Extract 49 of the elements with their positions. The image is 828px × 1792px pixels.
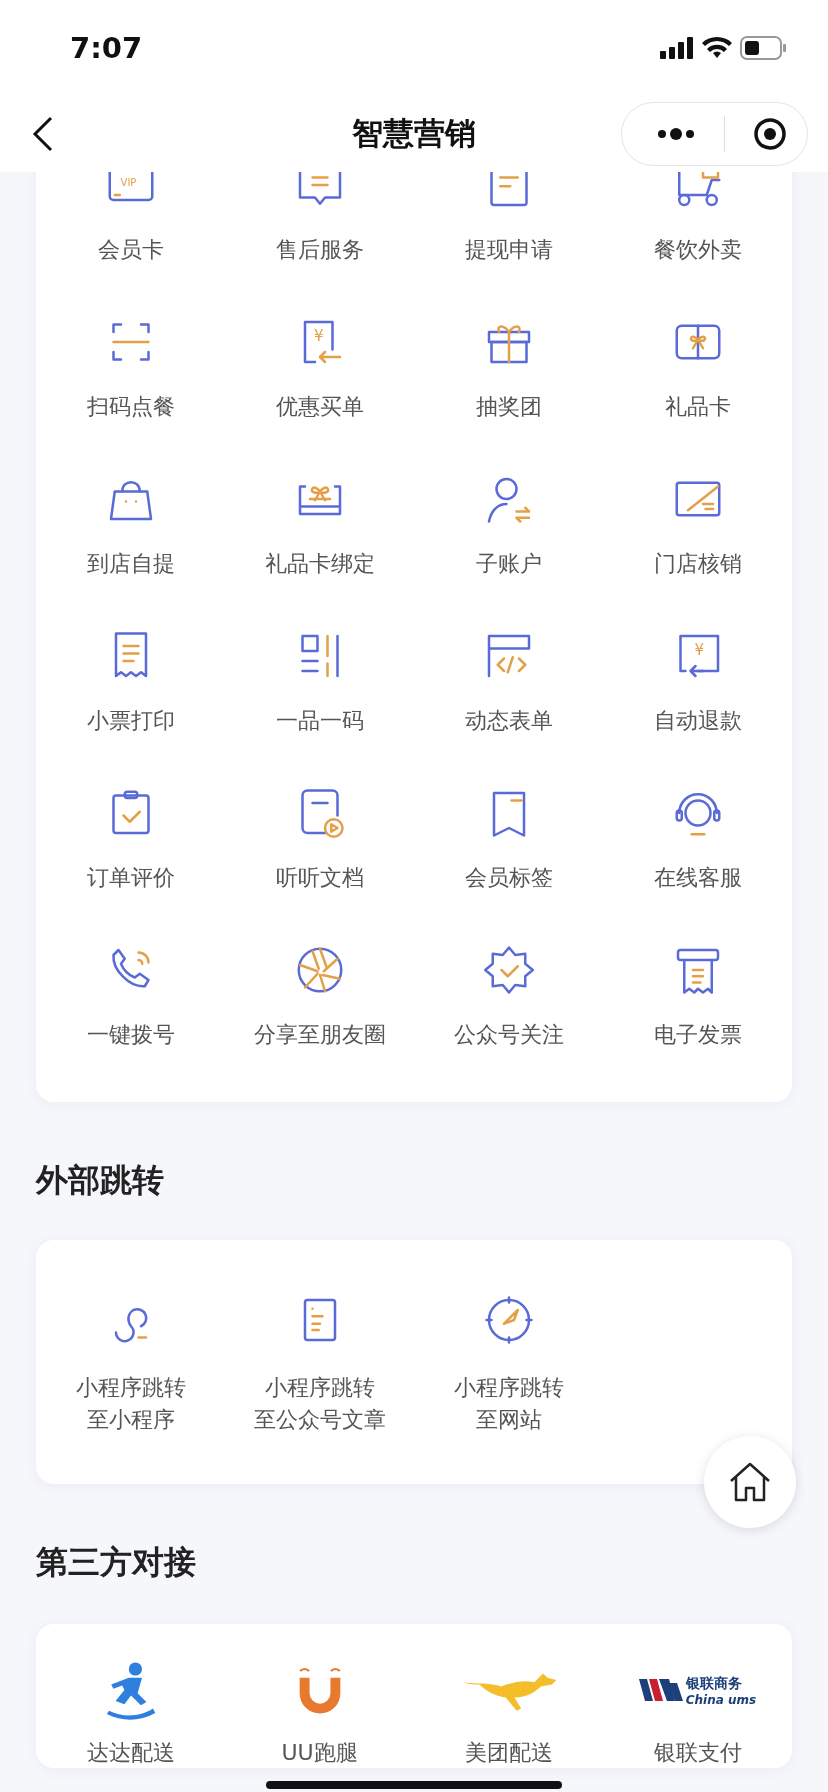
jump-label: 至公众号文章 bbox=[253, 1406, 386, 1434]
feature-item[interactable]: 一品一码 bbox=[225, 626, 414, 736]
signal-icon bbox=[660, 37, 694, 59]
section-title: 外部跳转 bbox=[36, 1160, 165, 1200]
jump-label: 小程序跳转 bbox=[75, 1374, 186, 1402]
feature-item[interactable]: 礼品卡 bbox=[603, 312, 792, 422]
more-icon[interactable] bbox=[656, 127, 696, 141]
feature-item[interactable]: 公众号关注 bbox=[414, 940, 603, 1050]
feature-item[interactable]: 礼品卡绑定 bbox=[225, 469, 414, 579]
battery-icon bbox=[740, 36, 786, 60]
feature-item[interactable]: 子账户 bbox=[414, 469, 603, 579]
integration-item[interactable]: 银联商务 China ums 银联支付 bbox=[603, 1658, 792, 1768]
feature-item[interactable]: 门店核销 bbox=[603, 469, 792, 579]
feature-item[interactable]: 动态表单 bbox=[414, 626, 603, 736]
feature-item[interactable]: 扫码点餐 bbox=[36, 312, 225, 422]
feature-item[interactable]: 订单评价 bbox=[36, 783, 225, 893]
feature-item[interactable]: 一键拨号 bbox=[36, 940, 225, 1050]
section-title: 第三方对接 bbox=[36, 1542, 197, 1582]
page-title: 智慧营销 bbox=[351, 114, 477, 153]
feature-item[interactable]: 餐饮外卖 bbox=[603, 172, 792, 265]
jump-label: 小程序跳转 bbox=[453, 1374, 564, 1402]
back-icon[interactable] bbox=[32, 116, 54, 152]
jump-item[interactable]: 小程序跳转 至公众号文章 bbox=[225, 1290, 414, 1436]
integration-item[interactable]: 达达配送 bbox=[36, 1658, 225, 1768]
feature-item[interactable]: ¥ 优惠买单 bbox=[225, 312, 414, 422]
feature-item[interactable]: 分享至朋友圈 bbox=[225, 940, 414, 1050]
integration-item[interactable]: 美团配送 bbox=[414, 1658, 603, 1768]
feature-item[interactable]: 会员标签 bbox=[414, 783, 603, 893]
wifi-icon bbox=[702, 37, 732, 59]
feature-item[interactable]: 售后服务 bbox=[225, 172, 414, 265]
ums-logo: 银联商务 China ums bbox=[638, 1658, 757, 1724]
integration-item[interactable]: UU跑腿 bbox=[225, 1658, 414, 1768]
jump-item[interactable]: 小程序跳转 至小程序 bbox=[36, 1290, 225, 1436]
feature-item[interactable]: 提现申请 bbox=[414, 172, 603, 265]
jump-label: 至小程序 bbox=[86, 1406, 175, 1434]
status-time: 7:07 bbox=[70, 31, 143, 65]
feature-item[interactable]: 听听文档 bbox=[225, 783, 414, 893]
jump-label: 小程序跳转 bbox=[264, 1374, 375, 1402]
feature-item[interactable]: 小票打印 bbox=[36, 626, 225, 736]
feature-item[interactable]: 抽奖团 bbox=[414, 312, 603, 422]
feature-item[interactable]: 电子发票 bbox=[603, 940, 792, 1050]
home-icon bbox=[728, 1461, 772, 1503]
feature-item[interactable]: VIP 会员卡 bbox=[36, 172, 225, 265]
feature-item[interactable]: 到店自提 bbox=[36, 469, 225, 579]
jump-label: 至网站 bbox=[475, 1406, 542, 1434]
feature-item[interactable]: 在线客服 bbox=[603, 783, 792, 893]
jump-item[interactable]: 小程序跳转 至网站 bbox=[414, 1290, 603, 1436]
feature-item[interactable]: ¥ 自动退款 bbox=[603, 626, 792, 736]
target-icon[interactable] bbox=[753, 117, 787, 151]
